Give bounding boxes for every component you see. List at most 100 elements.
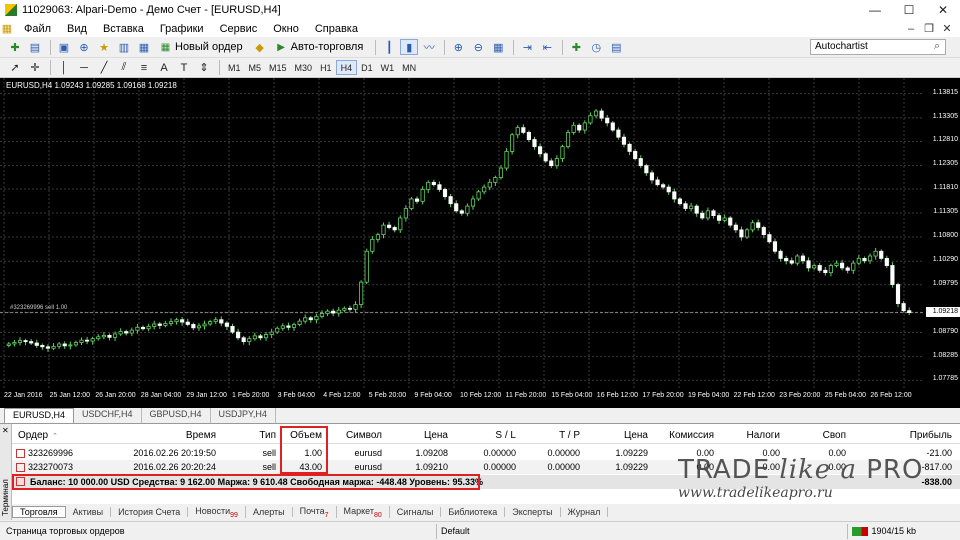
candle[interactable]	[470, 195, 476, 210]
candle[interactable]	[739, 226, 744, 241]
tab-news[interactable]: Новости99	[188, 505, 246, 519]
timeframe-h1[interactable]: H1	[316, 60, 336, 75]
tab-mailbox[interactable]: Почта7	[293, 505, 337, 519]
timeframe-d1[interactable]: D1	[357, 60, 377, 75]
timeframe-m15[interactable]: M15	[265, 60, 291, 75]
candle[interactable]	[62, 341, 67, 349]
candle[interactable]	[230, 323, 235, 334]
candle[interactable]	[68, 341, 73, 350]
candle[interactable]	[543, 151, 548, 163]
candle[interactable]	[627, 142, 632, 156]
bar-chart-icon[interactable]: ┃	[380, 39, 398, 55]
candle[interactable]	[280, 323, 285, 331]
chart-tab-usdjpy[interactable]: USDJPY,H4	[211, 408, 276, 423]
candle[interactable]	[152, 320, 157, 330]
candle[interactable]	[23, 338, 28, 346]
timeframe-m30[interactable]: M30	[291, 60, 317, 75]
chart-tab-gbpusd[interactable]: GBPUSD,H4	[142, 408, 211, 423]
menu-file[interactable]: Файл	[16, 23, 59, 35]
candle[interactable]	[57, 342, 62, 349]
tester-icon[interactable]: ▦	[135, 39, 153, 55]
candle[interactable]	[387, 221, 392, 230]
candle[interactable]	[577, 123, 582, 134]
candle[interactable]	[85, 336, 90, 345]
mdi-minimize-icon[interactable]: –	[902, 23, 920, 35]
timeframe-w1[interactable]: W1	[377, 60, 399, 75]
data-window-icon[interactable]: ⊕	[75, 39, 93, 55]
timeframe-m5[interactable]: M5	[245, 60, 266, 75]
candle[interactable]	[96, 334, 101, 341]
candle[interactable]	[219, 316, 224, 327]
candle[interactable]	[364, 248, 369, 285]
candle[interactable]	[303, 314, 308, 324]
order-sl[interactable]: 0.00000	[482, 462, 516, 472]
candle[interactable]	[750, 220, 755, 233]
candle[interactable]	[258, 333, 263, 341]
candle[interactable]	[213, 317, 218, 325]
col-type[interactable]: Тип	[248, 430, 276, 441]
candle[interactable]	[538, 143, 543, 158]
menu-help[interactable]: Справка	[307, 23, 366, 35]
menu-tools[interactable]: Сервис	[212, 23, 266, 35]
candle[interactable]	[191, 322, 196, 331]
chart-tab-eurusd[interactable]: EURUSD,H4	[4, 408, 75, 423]
candle[interactable]	[716, 212, 722, 224]
candle[interactable]	[174, 317, 179, 325]
candle[interactable]	[454, 200, 459, 213]
candle[interactable]	[79, 337, 84, 346]
candle[interactable]	[761, 225, 766, 239]
candle[interactable]	[515, 125, 520, 139]
candle[interactable]	[666, 184, 671, 195]
candle[interactable]	[526, 130, 531, 143]
arrows-icon[interactable]: ⇕	[195, 60, 213, 76]
close-button[interactable]: ✕	[926, 0, 960, 20]
candle[interactable]	[12, 339, 17, 347]
candle[interactable]	[510, 132, 515, 155]
order-tp[interactable]: 0.00000	[546, 462, 580, 472]
candle[interactable]	[862, 256, 867, 264]
candle[interactable]	[392, 225, 397, 233]
order-tp[interactable]: 0.00000	[546, 448, 580, 458]
candle[interactable]	[655, 176, 660, 187]
candle[interactable]	[6, 342, 11, 348]
candle[interactable]	[196, 323, 202, 331]
candle[interactable]	[476, 189, 481, 201]
tab-library[interactable]: Библиотека	[441, 507, 506, 517]
metaeditor-icon[interactable]: ◆	[251, 39, 269, 55]
candle[interactable]	[638, 155, 643, 169]
candle[interactable]	[733, 222, 738, 233]
menu-charts[interactable]: Графики	[152, 23, 212, 35]
tab-market[interactable]: Маркет80	[337, 505, 390, 519]
tile-windows-icon[interactable]: ▦	[489, 39, 507, 55]
candle[interactable]	[582, 120, 587, 134]
candle[interactable]	[409, 197, 414, 211]
timeframe-mn[interactable]: MN	[398, 60, 420, 75]
search-input[interactable]: Autochartist	[810, 39, 946, 55]
candle[interactable]	[118, 328, 123, 336]
candle[interactable]	[185, 318, 190, 327]
candle[interactable]	[851, 260, 856, 274]
candlestick-icon[interactable]: ▮	[400, 39, 419, 55]
candle[interactable]	[459, 208, 464, 216]
candle[interactable]	[795, 254, 800, 266]
market-watch-icon[interactable]: ▣	[55, 39, 73, 55]
menu-view[interactable]: Вид	[59, 23, 95, 35]
candle[interactable]	[700, 210, 705, 220]
candle[interactable]	[599, 108, 604, 122]
candle[interactable]	[180, 317, 185, 326]
candle[interactable]	[101, 332, 106, 340]
col-symbol[interactable]: Символ	[338, 430, 382, 441]
candle[interactable]	[845, 266, 850, 274]
auto-scroll-icon[interactable]: ⇥	[518, 39, 536, 55]
candle[interactable]	[867, 253, 873, 264]
chart-shift-icon[interactable]: ⇤	[538, 39, 556, 55]
candle[interactable]	[398, 215, 403, 233]
channel-icon[interactable]: ⫽	[115, 60, 133, 76]
candle[interactable]	[521, 124, 526, 135]
candle[interactable]	[901, 300, 906, 313]
terminal-close-icon[interactable]: ✕	[2, 426, 9, 435]
candle[interactable]	[895, 282, 901, 308]
terminal-icon[interactable]: ▥	[115, 39, 133, 55]
candle[interactable]	[532, 136, 537, 150]
candle[interactable]	[208, 319, 213, 326]
